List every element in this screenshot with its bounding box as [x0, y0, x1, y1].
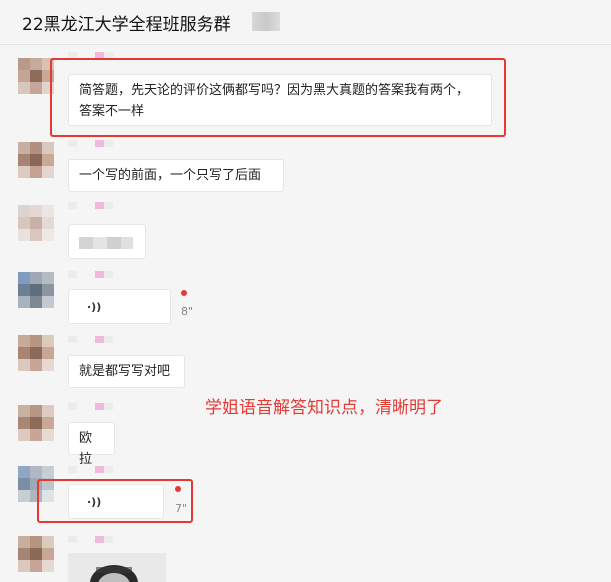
avatar[interactable] — [18, 58, 54, 94]
avatar[interactable] — [18, 142, 54, 178]
message-text: 一个写的前面，一个只写了后面 — [79, 168, 262, 183]
avatar[interactable] — [18, 205, 54, 241]
message-text: 欧拉 — [79, 431, 93, 467]
image-message[interactable] — [68, 553, 166, 582]
message-text: 就是都写写对吧 — [79, 364, 171, 379]
sender-name-blurred — [68, 466, 128, 480]
voice-duration: 8" — [181, 305, 194, 318]
avatar[interactable] — [18, 405, 54, 441]
unread-dot — [181, 290, 187, 296]
chat-header: 22黑龙江大学全程班服务群 — [0, 0, 611, 45]
avatar[interactable] — [18, 536, 54, 572]
chat-title: 22黑龙江大学全程班服务群 — [22, 15, 231, 35]
sender-name-blurred — [68, 140, 128, 154]
voice-message-bubble[interactable]: ·)) — [68, 289, 171, 324]
sender-name-blurred — [68, 403, 128, 417]
voice-wave-icon: ·)) — [87, 300, 102, 313]
sender-name-blurred — [68, 271, 128, 285]
sender-name-blurred — [68, 536, 128, 550]
avatar[interactable] — [18, 335, 54, 371]
highlight-box — [37, 479, 193, 523]
title-blurred-suffix — [252, 12, 280, 31]
message-bubble[interactable]: 就是都写写对吧 — [68, 355, 185, 388]
message-bubble[interactable]: 欧拉 — [68, 422, 115, 467]
sender-name-blurred — [68, 202, 128, 216]
blurred-text — [79, 237, 133, 249]
photo-thumbnail — [68, 553, 166, 582]
message-bubble[interactable]: 一个写的前面，一个只写了后面 — [68, 159, 284, 192]
avatar[interactable] — [18, 272, 54, 308]
sender-name-blurred — [68, 336, 128, 350]
highlight-box — [50, 58, 506, 137]
message-bubble-blurred[interactable] — [68, 224, 146, 259]
annotation-text: 学姐语音解答知识点，清晰明了 — [205, 398, 443, 418]
